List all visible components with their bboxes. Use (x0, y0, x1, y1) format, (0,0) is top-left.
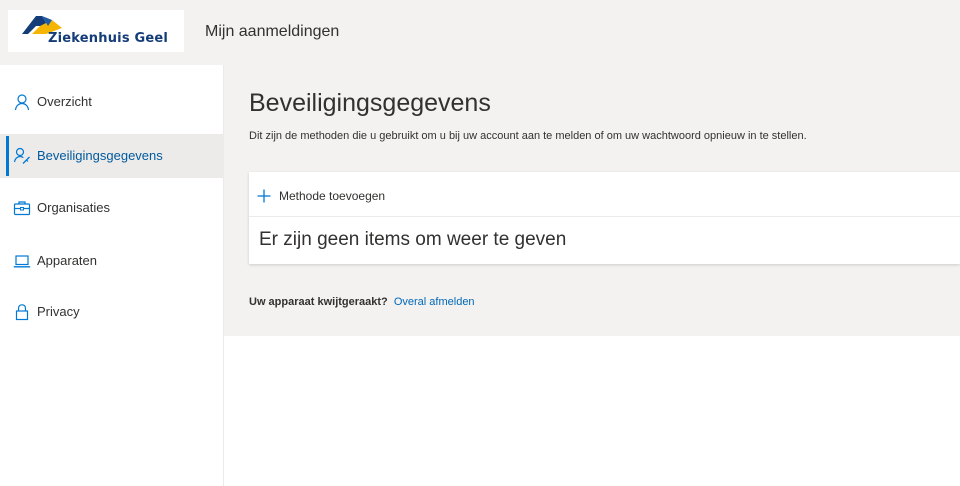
sidebar-item-label: Privacy (37, 304, 80, 319)
active-indicator (6, 136, 9, 176)
sidebar-item-organizations[interactable]: Organisaties (0, 186, 223, 230)
page-title: Beveiligingsgegevens (249, 89, 491, 117)
sidebar-item-security-info[interactable]: Beveiligingsgegevens (0, 134, 223, 178)
empty-state-message: Er zijn geen items om weer te geven (259, 229, 567, 250)
divider (249, 216, 960, 217)
sidebar-item-privacy[interactable]: Privacy (0, 290, 223, 334)
add-method-button[interactable]: Methode toevoegen (257, 185, 385, 207)
laptop-icon (13, 255, 31, 268)
person-icon (14, 94, 30, 111)
sidebar-item-label: Beveiligingsgegevens (37, 148, 163, 163)
main-content: Beveiligingsgegevens Dit zijn de methode… (224, 65, 960, 336)
plus-icon (257, 189, 271, 203)
lock-icon (15, 304, 29, 321)
sign-out-everywhere-link[interactable]: Overal afmelden (394, 296, 475, 308)
sidebar-item-label: Apparaten (37, 253, 97, 268)
logo-text: Ziekenhuis Geel (48, 31, 169, 46)
sidebar-item-label: Overzicht (37, 94, 92, 109)
lost-device-question: Uw apparaat kwijtgeraakt? (249, 296, 388, 308)
briefcase-icon (13, 201, 31, 216)
sidebar-nav: Overzicht Beveiligingsgegevens Organisat… (0, 65, 224, 486)
sidebar-item-overview[interactable]: Overzicht (0, 80, 223, 124)
methods-card: Methode toevoegen Er zijn geen items om … (249, 172, 960, 264)
organization-logo[interactable]: Ziekenhuis Geel (8, 10, 184, 52)
sidebar-item-devices[interactable]: Apparaten (0, 239, 223, 283)
add-method-label: Methode toevoegen (279, 189, 386, 203)
security-info-icon (13, 147, 30, 164)
top-bar: Ziekenhuis Geel Mijn aanmeldingen (0, 0, 960, 65)
app-title[interactable]: Mijn aanmeldingen (205, 23, 339, 41)
lost-device-row: Uw apparaat kwijtgeraakt? Overal afmelde… (249, 296, 475, 308)
sidebar-item-label: Organisaties (37, 200, 110, 215)
page-description: Dit zijn de methoden die u gebruikt om u… (249, 130, 807, 142)
